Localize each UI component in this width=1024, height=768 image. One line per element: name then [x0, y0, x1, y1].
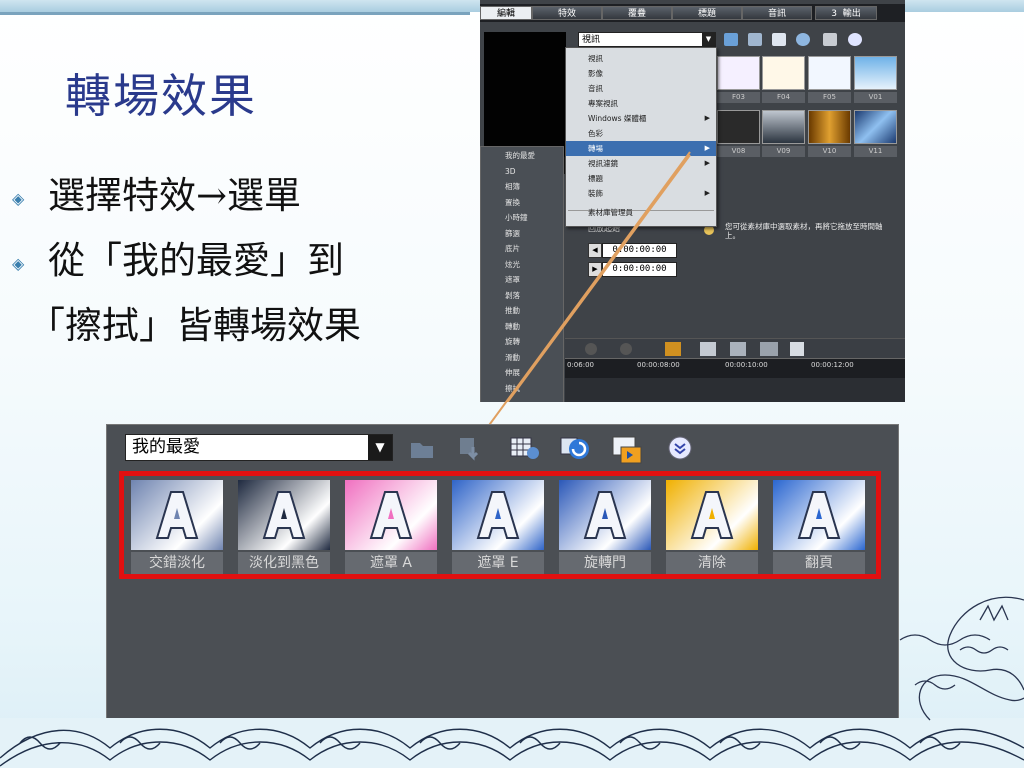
import-icon[interactable] — [457, 435, 483, 461]
transition-effect-item[interactable]: 交錯淡化 — [131, 480, 223, 574]
letter-a-icon — [690, 491, 734, 539]
bullet-1-text: 選擇特效→選單 — [48, 174, 302, 217]
screenshot-favorites-library: 我的最愛 ▼ 交錯淡化 淡化到黑色 遮罩 A 遮罩 E 旋轉門 清除 翻頁 — [106, 424, 899, 738]
expand-icon[interactable] — [667, 435, 693, 461]
wave-border — [0, 718, 1024, 768]
folder-icon[interactable] — [409, 435, 435, 461]
letter-a-icon — [369, 491, 413, 539]
letter-a-icon — [476, 491, 520, 539]
storyboard-icon[interactable] — [611, 435, 642, 464]
transition-thumbnail — [773, 480, 865, 550]
transition-thumbnail — [238, 480, 330, 550]
letter-a-icon — [262, 491, 306, 539]
favorites-combo-value: 我的最愛 — [132, 437, 200, 457]
transition-label: 旋轉門 — [559, 552, 651, 574]
letter-a-icon — [155, 491, 199, 539]
transition-label: 遮罩 E — [452, 552, 544, 574]
transition-thumbnail — [666, 480, 758, 550]
transition-label: 翻頁 — [773, 552, 865, 574]
letter-a-icon — [797, 491, 841, 539]
letter-a-icon — [583, 491, 627, 539]
bullet-2-continuation: 「擦拭」皆轉場效果 — [28, 304, 361, 347]
transition-effect-item[interactable]: 淡化到黑色 — [238, 480, 330, 574]
transition-label: 遮罩 A — [345, 552, 437, 574]
transition-label: 淡化到黑色 — [238, 552, 330, 574]
diamond-bullet-icon: ◈ — [12, 189, 25, 208]
transition-thumbnail — [131, 480, 223, 550]
transition-effect-item[interactable]: 旋轉門 — [559, 480, 651, 574]
dropdown-arrow-icon[interactable]: ▼ — [368, 435, 392, 460]
transition-effect-item[interactable]: 清除 — [666, 480, 758, 574]
top-banner-line — [0, 12, 470, 15]
slide-title: 轉場效果 — [65, 69, 257, 123]
transition-thumbnail — [452, 480, 544, 550]
transition-effect-item[interactable]: 遮罩 E — [452, 480, 544, 574]
transition-thumbnail — [559, 480, 651, 550]
transition-label: 交錯淡化 — [131, 552, 223, 574]
refresh-icon[interactable] — [559, 435, 589, 461]
bullet-2: ◈ 從「我的最愛」到 — [12, 230, 344, 284]
transition-thumbnail — [345, 480, 437, 550]
grid-view-icon[interactable] — [509, 435, 539, 461]
bullet-1: ◈ 選擇特效→選單 — [12, 165, 301, 219]
transition-effect-item[interactable]: 翻頁 — [773, 480, 865, 574]
favorites-combo[interactable]: 我的最愛 ▼ — [125, 434, 393, 461]
transition-effect-item[interactable]: 遮罩 A — [345, 480, 437, 574]
diamond-bullet-icon: ◈ — [12, 254, 25, 273]
dragon-decoration — [899, 596, 1024, 721]
transition-label: 清除 — [666, 552, 758, 574]
bullet-2-text: 從「我的最愛」到 — [48, 239, 344, 282]
